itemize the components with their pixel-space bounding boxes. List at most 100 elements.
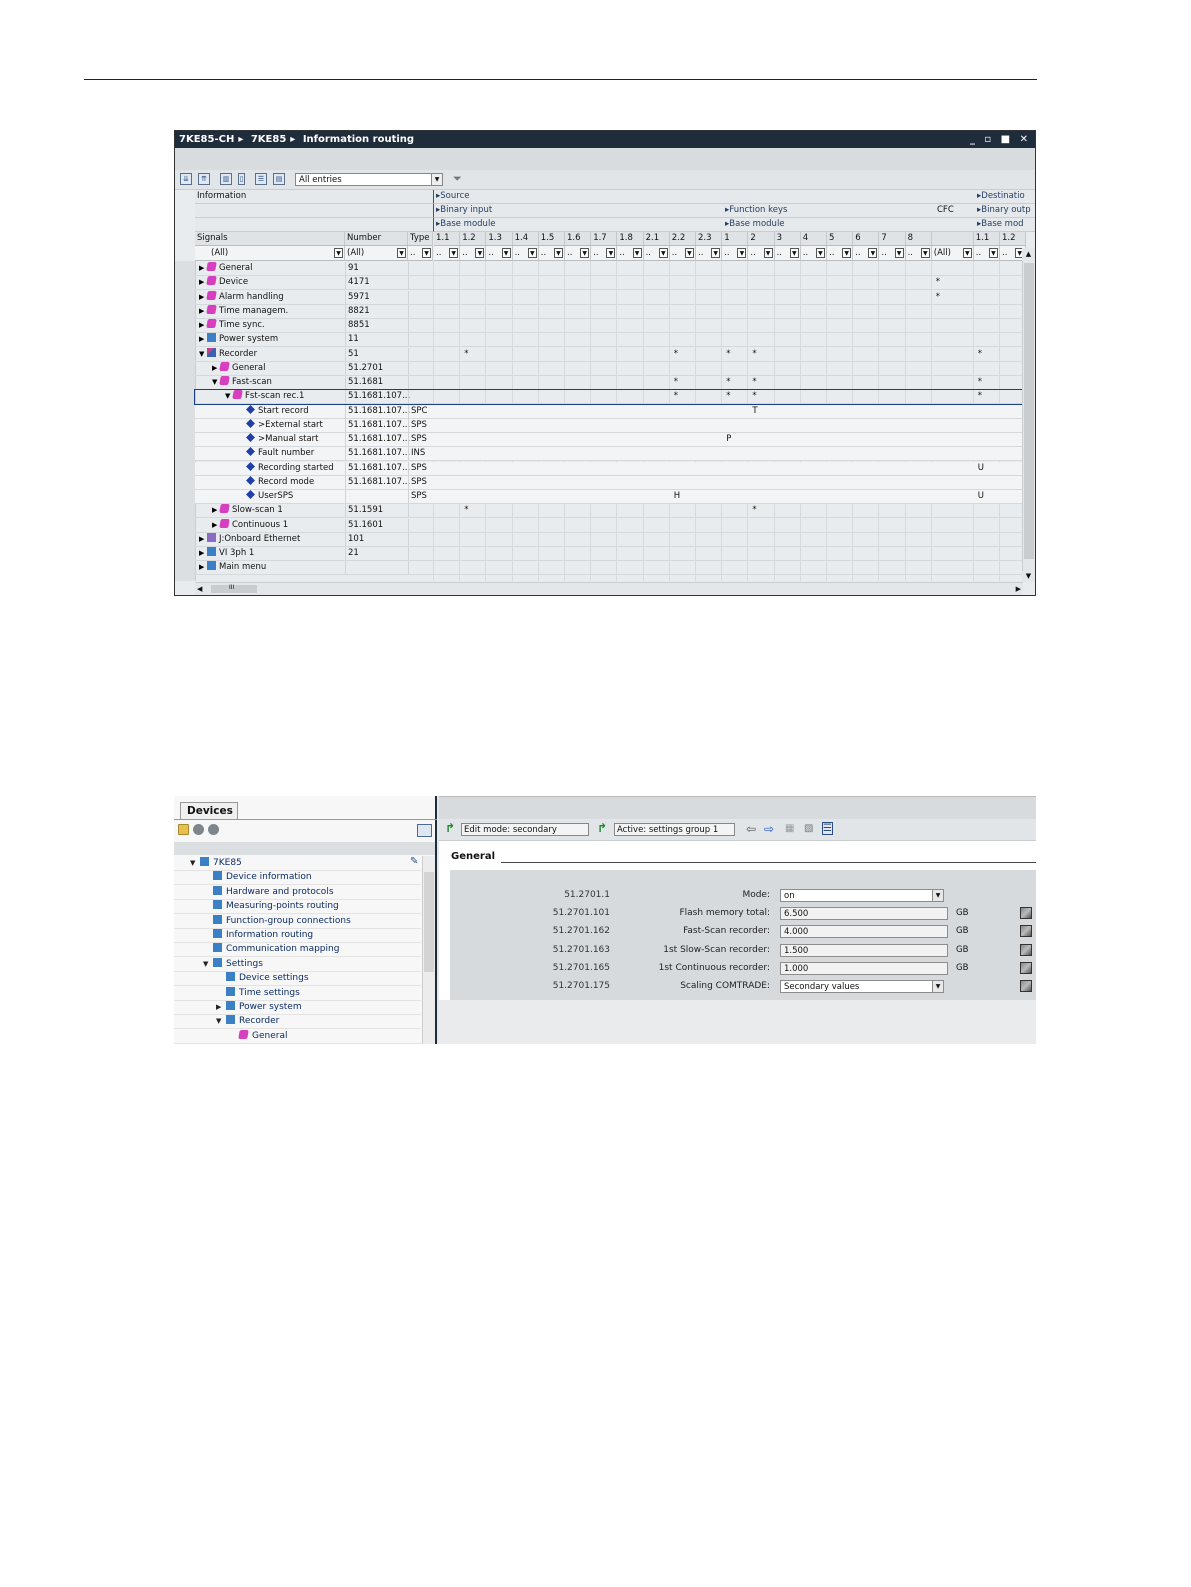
function-keys-header[interactable]: ▸Function keys <box>723 204 933 218</box>
edit-mode-arrow-icon[interactable]: ↱ <box>445 822 457 834</box>
routing-column-header[interactable]: 1.2 <box>460 232 487 246</box>
routing-mark[interactable]: * <box>978 348 982 361</box>
column-filter[interactable]: .. ▼ <box>905 246 932 261</box>
table-row[interactable]: ▶ Time sync. 8851 <box>195 319 1022 333</box>
tree-scrollbar[interactable] <box>422 856 435 1044</box>
routing-mark[interactable]: U <box>978 462 984 475</box>
table-row[interactable]: ▶ Continuous 1 51.1601 <box>195 518 1022 533</box>
edit-value-icon[interactable] <box>1020 961 1032 974</box>
type-column-header[interactable]: Type <box>408 232 433 246</box>
binary-output-header[interactable]: ▸Binary outp <box>975 204 1035 218</box>
signal-cell[interactable]: ▶ J:Onboard Ethernet <box>195 532 347 546</box>
table-row[interactable]: ▼ Fst-scan rec.1 51.1681.107... * * * * <box>194 389 1023 406</box>
parameter-select[interactable]: Secondary values ▼ <box>780 980 944 993</box>
column-filter[interactable]: (All) ▼ <box>931 246 974 261</box>
signal-cell[interactable]: ▶ VI 3ph 1 <box>195 547 347 560</box>
forward-icon[interactable] <box>208 824 219 835</box>
column-filter[interactable]: .. ▼ <box>827 246 854 261</box>
chevron-right-icon[interactable]: ▶ <box>199 533 207 546</box>
signal-cell[interactable]: ▶ General <box>195 262 347 275</box>
tree-item[interactable]: ▼ Recorder <box>216 1014 279 1028</box>
tree-item[interactable]: ▶ Power system <box>216 1000 302 1014</box>
signal-cell[interactable]: ▼ Recorder <box>195 347 347 361</box>
signal-cell[interactable]: ▶ Device <box>195 276 347 289</box>
edit-value-icon[interactable] <box>1020 925 1032 938</box>
tree-item[interactable]: Time settings <box>216 986 300 1000</box>
column-filter[interactable]: .. ▼ <box>669 246 696 261</box>
column-filter[interactable]: .. ▼ <box>722 246 749 261</box>
number-filter[interactable]: (All) ▼ <box>345 246 408 261</box>
table-row[interactable]: UserSPS SPS H U <box>195 490 1022 504</box>
routing-column-header[interactable]: 1.1 <box>434 232 461 246</box>
signal-cell[interactable]: ▶ Continuous 1 <box>195 518 360 532</box>
type-filter[interactable]: .. ▼ <box>408 246 433 261</box>
base-module-header[interactable]: ▸Base module <box>433 218 723 232</box>
tree-item[interactable]: Measuring-points routing <box>203 899 339 913</box>
table-row[interactable]: Recording started 51.1681.107... SPS U <box>195 461 1022 476</box>
routing-column-header[interactable]: 7 <box>879 232 906 246</box>
routing-mark[interactable]: * <box>978 390 982 403</box>
routing-column-header[interactable]: 4 <box>800 232 827 246</box>
breadcrumb-item[interactable]: 7KE85-CH <box>179 134 234 145</box>
window-controls[interactable]: _ ▫ ■ ✕ <box>970 131 1031 148</box>
tree-item[interactable]: ▼ 7KE85 <box>190 856 242 870</box>
signal-cell[interactable]: ▶ Main menu <box>195 561 347 574</box>
routing-column-header[interactable]: 1.4 <box>512 232 539 246</box>
edit-mode-field[interactable]: Edit mode: secondary <box>461 823 589 836</box>
table-row[interactable]: ▶ Time managem. 8821 <box>195 304 1022 319</box>
table-row[interactable]: ▶ Slow-scan 1 51.1591 * * <box>195 504 1022 519</box>
scroll-down-icon[interactable]: ▼ <box>1022 571 1035 582</box>
arrow-right-icon[interactable]: ⇨ <box>764 822 774 836</box>
table-row[interactable]: Fault number 51.1681.107... INS <box>195 447 1022 462</box>
table-row[interactable]: ▶ J:Onboard Ethernet 101 <box>195 532 1022 547</box>
routing-column-header[interactable]: 5 <box>827 232 854 246</box>
signal-cell[interactable]: ▶ General <box>195 361 360 375</box>
signal-cell[interactable]: ▶ Alarm handling <box>195 290 347 304</box>
chevron-right-icon[interactable]: ▶ <box>199 561 207 574</box>
expand-all-icon[interactable]: ⇊ <box>180 173 192 185</box>
chevron-down-icon[interactable]: ▼ <box>216 1014 226 1028</box>
scroll-right-icon[interactable]: ▶ <box>1016 583 1021 595</box>
tree-item[interactable]: Information routing <box>203 928 313 942</box>
column-filter[interactable]: .. ▼ <box>973 246 1000 261</box>
table-row[interactable]: ▶ General 51.2701 <box>195 361 1022 376</box>
arrow-left-icon[interactable]: ⇦ <box>746 822 756 836</box>
routing-mark[interactable]: * <box>978 376 982 389</box>
folder-icon[interactable] <box>178 824 189 835</box>
table-row[interactable]: ▶ Alarm handling 5971 * <box>195 290 1022 305</box>
scroll-thumb[interactable]: III <box>211 584 257 593</box>
filter-settings-icon[interactable]: ▧ <box>804 822 813 836</box>
scroll-thumb[interactable] <box>424 872 434 972</box>
devices-tab[interactable]: Devices <box>180 802 238 819</box>
tree-item[interactable]: Device information <box>203 870 312 884</box>
column-filter[interactable]: .. ▼ <box>774 246 801 261</box>
column-filter[interactable]: .. ▼ <box>434 246 461 261</box>
routing-mark[interactable]: * <box>752 390 756 403</box>
table-row[interactable]: ▼ Fast-scan 51.1681 * * * * <box>195 376 1022 390</box>
routing-column-header[interactable]: 6 <box>853 232 880 246</box>
routing-mark[interactable]: * <box>674 376 678 389</box>
column-filter[interactable]: .. ▼ <box>591 246 618 261</box>
column-filter[interactable]: .. ▼ <box>512 246 539 261</box>
tree-item[interactable]: Function-group connections <box>203 914 351 928</box>
column-filter[interactable]: .. ▼ <box>696 246 723 261</box>
chevron-down-icon[interactable]: ▼ <box>199 348 207 361</box>
column-filter[interactable]: .. ▼ <box>486 246 513 261</box>
routing-column-header[interactable]: 2.3 <box>696 232 723 246</box>
routing-mark[interactable]: * <box>674 390 678 403</box>
routing-column-header[interactable]: 1.6 <box>565 232 592 246</box>
chevron-right-icon[interactable]: ▶ <box>199 547 207 560</box>
routing-mark[interactable]: * <box>726 390 730 403</box>
edit-value-icon[interactable] <box>1020 980 1032 992</box>
routing-column-header[interactable]: 1.8 <box>617 232 644 246</box>
tree-item[interactable]: Hardware and protocols <box>203 885 334 899</box>
table-row[interactable]: ▶ General 91 <box>195 262 1022 276</box>
print-icon[interactable]: ▤ <box>273 173 285 185</box>
column-filter[interactable]: .. ▼ <box>565 246 592 261</box>
routing-column-header[interactable]: 1.5 <box>538 232 565 246</box>
tree-item[interactable]: General <box>229 1029 287 1043</box>
active-settings-group-field[interactable]: Active: settings group 1 <box>614 823 735 836</box>
table-row[interactable]: >Manual start 51.1681.107... SPS P <box>195 433 1022 447</box>
routing-column-header[interactable]: 2 <box>748 232 775 246</box>
edit-value-icon[interactable] <box>1020 907 1032 920</box>
